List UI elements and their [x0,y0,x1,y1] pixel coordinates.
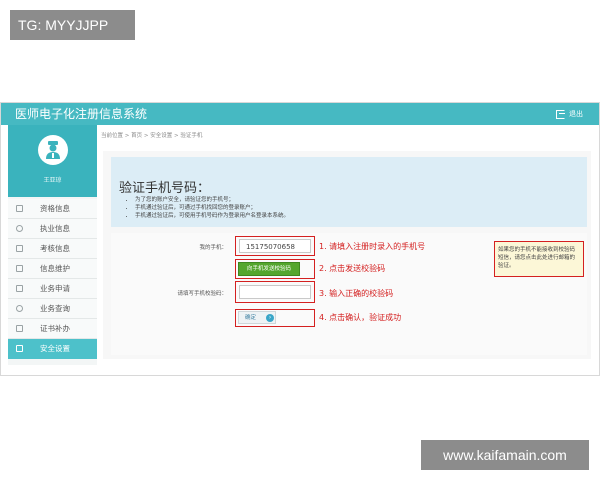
sidebar-item-label: 业务查询 [40,304,70,313]
page-title: 验证手机号码： [119,181,211,196]
sidebar-item-label: 执业信息 [40,224,70,233]
code-label: 请填写手机校验码： [177,291,227,297]
sidebar-item-qualification[interactable]: 资格信息 [8,199,97,219]
step2-annotation: 2. 点击发送校验码 [319,264,386,273]
exit-icon [556,109,565,119]
sidebar-item-practice[interactable]: 执业信息 [8,219,97,239]
sidebar-item-application[interactable]: 业务申请 [8,279,97,299]
email-verify-tip[interactable]: 如果您的手机不能接收到校验码短信，请您点击此处进行邮箱的验证。 [494,241,584,277]
breadcrumb: 当前位置 > 首页 > 安全设置 > 验证手机 [101,133,203,139]
sidebar-item-maintenance[interactable]: 信息维护 [8,259,97,279]
search-icon [16,305,23,312]
phone-input[interactable]: 15175070658 [239,239,311,253]
sidebar-item-assessment[interactable]: 考核信息 [8,239,97,259]
step4-annotation: 4. 点击确认，验证成功 [319,313,402,322]
doctor-icon [46,141,60,159]
send-code-button[interactable]: 向手机发送校验码 [238,262,300,276]
sidebar-item-label: 考核信息 [40,244,70,253]
step1-annotation: 1. 请填入注册时录入的手机号 [319,242,426,251]
sidebar-item-query[interactable]: 业务查询 [8,299,97,319]
form-icon [16,285,23,292]
info-list: 为了您的账户安全，请验证您的手机号； 手机通过验证后，可通过手机找回您的登录账户… [129,196,289,220]
app-title: 医师电子化注册信息系统 [15,107,148,121]
clipboard-icon [16,245,23,252]
profile-panel: 王亚琼 [8,125,97,197]
step3-annotation: 3. 输入正确的校验码 [319,289,394,298]
certificate-icon [16,325,23,332]
sidebar-item-label: 信息维护 [40,264,70,273]
edit-icon [16,265,23,272]
info-box: 验证手机号码： 为了您的账户安全，请验证您的手机号； 手机通过验证后，可通过手机… [111,157,587,227]
sidebar: 王亚琼 资格信息 执业信息 考核信息 信息维护 业务申请 业务查询 证书补办 安… [8,125,97,365]
sidebar-item-label: 证书补办 [40,324,70,333]
sidebar-item-label: 资格信息 [40,204,70,213]
main-content: 当前位置 > 首页 > 安全设置 > 验证手机 验证手机号码： 为了您的账户安全… [101,127,597,365]
username: 王亚琼 [43,177,62,184]
lock-icon [16,345,23,352]
title-bar: 医师电子化注册信息系统 退出 [1,103,599,125]
content-panel: 验证手机号码： 为了您的账户安全，请验证您的手机号； 手机通过验证后，可通过手机… [103,151,591,359]
verify-form: 我的手机： 15175070658 1. 请填入注册时录入的手机号 向手机发送校… [111,233,587,355]
code-input[interactable] [239,285,311,299]
arrow-right-icon: › [266,313,275,322]
app-window: 医师电子化注册信息系统 退出 王亚琼 资格信息 执业信息 考核信息 信息维护 业… [0,102,600,376]
headset-icon [16,225,23,232]
sidebar-item-label: 安全设置 [40,344,70,353]
document-icon [16,205,23,212]
exit-label: 退出 [569,110,583,118]
exit-button[interactable]: 退出 [556,107,583,121]
phone-label: 我的手机： [199,245,227,251]
sidebar-item-label: 业务申请 [40,284,70,293]
confirm-label: 确定 [245,314,257,321]
info-bullet: 为了您的账户安全，请验证您的手机号； [135,196,289,204]
sidebar-menu: 资格信息 执业信息 考核信息 信息维护 业务申请 业务查询 证书补办 安全设置 [8,199,97,359]
watermark-bottom-right: www.kaifamain.com [421,440,589,470]
info-bullet: 手机通过验证后，可通过手机找回您的登录账户； [135,204,289,212]
confirm-button[interactable]: 确定 › [238,311,276,324]
sidebar-item-certificate[interactable]: 证书补办 [8,319,97,339]
avatar [38,135,68,165]
info-bullet: 手机通过验证后，可使用手机号码作为登录用户名登录本系统。 [135,212,289,220]
watermark-top-left: TG: MYYJJPP [10,10,135,40]
sidebar-item-security[interactable]: 安全设置 [8,339,97,359]
